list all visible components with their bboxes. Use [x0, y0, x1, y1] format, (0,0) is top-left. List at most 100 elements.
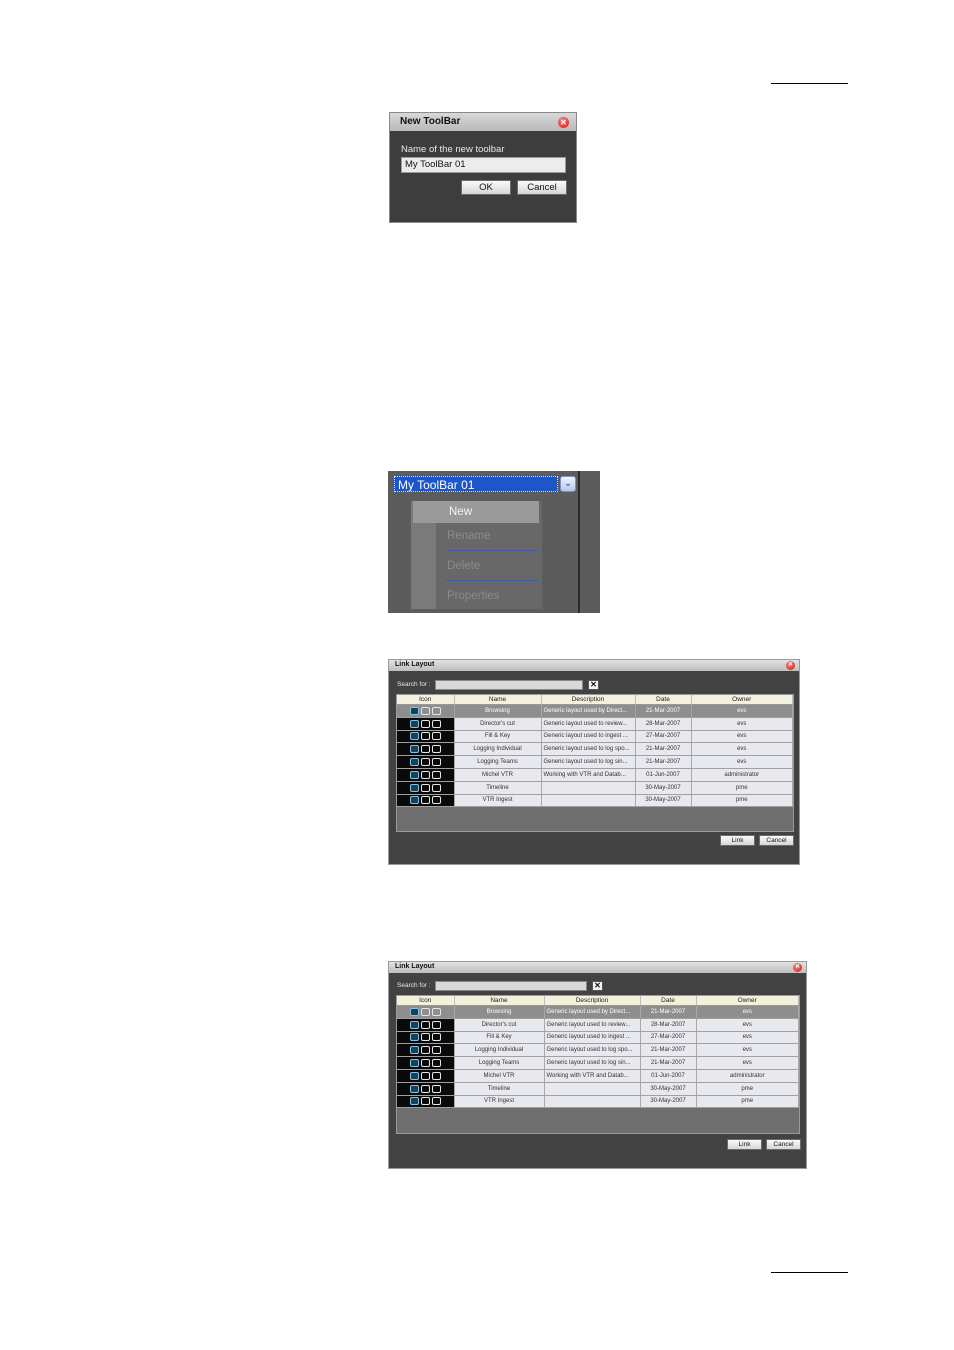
cell-description: Generic layout used to log spo...	[541, 742, 636, 757]
layout-icon	[409, 1020, 419, 1029]
cell-name: Browsing	[454, 704, 542, 718]
cell-description: Generic layout used to log spo...	[544, 1043, 641, 1058]
table-row[interactable]: Timeline 30-May-2007 pme	[397, 781, 793, 795]
cell-name: Director's cut	[454, 1018, 545, 1032]
layout-icon	[420, 770, 430, 779]
table-row[interactable]: Fill & Key Generic layout used to ingest …	[397, 1031, 799, 1045]
table-row[interactable]: Director's cut Generic layout used to rev…	[397, 1018, 799, 1032]
cell-date: 28-Mar-2007	[635, 717, 692, 731]
clear-search-icon[interactable]: ✕	[588, 680, 599, 690]
table-row[interactable]: Director's cut Generic layout used to rev…	[397, 717, 793, 731]
search-input[interactable]	[435, 680, 583, 690]
cell-date: 21-Mar-2007	[640, 1043, 697, 1058]
close-icon[interactable]: ✕	[786, 661, 795, 670]
column-header[interactable]: Icon	[397, 695, 455, 705]
layout-icon	[420, 1020, 430, 1029]
layout-icon	[409, 719, 419, 728]
menu-item-delete[interactable]: Delete	[411, 555, 542, 577]
layout-icon	[420, 1097, 430, 1106]
column-header[interactable]: Name	[454, 996, 545, 1006]
layout-icons	[397, 1018, 455, 1032]
cell-date: 01-Jun-2007	[635, 768, 692, 782]
cell-owner: evs	[696, 1005, 799, 1019]
cell-description: Working with VTR and Datab...	[544, 1069, 641, 1083]
layout-icons	[397, 781, 455, 795]
cell-description: Generic layout used to ingest ...	[544, 1031, 641, 1045]
column-header[interactable]: Name	[454, 695, 542, 705]
cell-name: Browsing	[454, 1005, 545, 1019]
table-row[interactable]: VTR Ingest 30-May-2007 pme	[397, 794, 793, 808]
table-row[interactable]: Logging Teams Generic layout used to log …	[397, 755, 793, 769]
layout-icon	[409, 1071, 419, 1080]
cell-date: 21-Mar-2007	[640, 1005, 697, 1019]
layout-icon	[420, 1033, 430, 1042]
cell-date: 01-Jun-2007	[640, 1069, 697, 1083]
cell-name: Timeline	[454, 1082, 545, 1096]
ok-button[interactable]: OK	[461, 180, 511, 195]
column-header[interactable]: Owner	[691, 695, 793, 705]
layout-table: Icon Name Description Date Owner Browsing Gen…	[397, 996, 799, 1109]
header-rule	[771, 83, 848, 84]
cell-date: 30-May-2007	[640, 1082, 697, 1096]
footer-rule	[771, 1272, 848, 1273]
cell-description: Working with VTR and Datab...	[541, 768, 636, 782]
cancel-button[interactable]: Cancel	[766, 1139, 801, 1150]
toolbar-name-input[interactable]: My ToolBar 01	[401, 157, 566, 173]
cell-owner: pme	[691, 794, 793, 808]
column-header[interactable]: Date	[635, 695, 692, 705]
chevron-down-icon[interactable]: ⌄	[560, 476, 576, 492]
table-row[interactable]: Logging Individual Generic layout used to…	[397, 1043, 799, 1058]
column-header[interactable]: Description	[541, 695, 636, 705]
close-icon[interactable]: ✕	[793, 963, 802, 972]
cell-owner: evs	[696, 1031, 799, 1045]
column-header[interactable]: Description	[544, 996, 641, 1006]
column-header[interactable]: Date	[640, 996, 697, 1006]
cell-date: 28-Mar-2007	[640, 1018, 697, 1032]
table-row[interactable]: Michel VTR Working with VTR and Datab... 0…	[397, 1069, 799, 1083]
cell-owner: pme	[696, 1095, 799, 1109]
layout-icon	[409, 732, 419, 741]
column-header[interactable]: Owner	[696, 996, 799, 1006]
layout-icon	[409, 1059, 419, 1068]
link-button[interactable]: Link	[727, 1139, 762, 1150]
cell-owner: evs	[696, 1043, 799, 1058]
link-button[interactable]: Link	[720, 835, 755, 846]
menu-separator	[445, 550, 539, 551]
table-row[interactable]: Browsing Generic layout used by Direct...…	[397, 1005, 799, 1019]
cancel-button[interactable]: Cancel	[759, 835, 794, 846]
table-row[interactable]: Timeline 30-May-2007 pme	[397, 1082, 799, 1096]
cell-date: 21-Mar-2007	[635, 704, 692, 718]
cell-name: Timeline	[454, 781, 542, 795]
layout-icon	[409, 1097, 419, 1106]
column-header[interactable]: Icon	[397, 996, 455, 1006]
table-row[interactable]: Browsing Generic layout used by Direct...…	[397, 704, 793, 718]
toolbar-select[interactable]: My ToolBar 01	[394, 476, 558, 492]
cell-owner: evs	[691, 730, 793, 744]
clear-search-icon[interactable]: ✕	[592, 981, 603, 991]
menu-item-properties[interactable]: Properties	[411, 585, 542, 607]
layout-icon	[420, 706, 430, 715]
cell-owner: pme	[696, 1082, 799, 1096]
table-row[interactable]: Logging Individual Generic layout used to…	[397, 742, 793, 757]
cell-date: 30-May-2007	[640, 1095, 697, 1109]
table-row[interactable]: Logging Teams Generic layout used to log …	[397, 1056, 799, 1070]
menu-item-new[interactable]: New	[413, 501, 539, 523]
menu-item-rename[interactable]: Rename	[411, 525, 542, 547]
cell-name: Logging Teams	[454, 1056, 545, 1070]
layout-icon	[420, 1007, 430, 1016]
layout-icon	[431, 1084, 441, 1093]
table-row[interactable]: Michel VTR Working with VTR and Datab... 0…	[397, 768, 793, 782]
table-row[interactable]: Fill & Key Generic layout used to ingest …	[397, 730, 793, 744]
search-input[interactable]	[435, 981, 587, 991]
layout-icon	[431, 1071, 441, 1080]
table-row[interactable]: VTR Ingest 30-May-2007 pme	[397, 1095, 799, 1109]
close-icon[interactable]: ✕	[558, 117, 569, 128]
layout-icon	[409, 758, 419, 767]
cell-date: 30-May-2007	[635, 794, 692, 808]
layout-icon	[409, 1033, 419, 1042]
menu-separator	[445, 580, 539, 581]
toolbar-name-label: Name of the new toolbar	[401, 144, 505, 155]
layout-icons	[397, 742, 455, 757]
cancel-button[interactable]: Cancel	[517, 180, 567, 195]
layout-icon	[431, 1097, 441, 1106]
